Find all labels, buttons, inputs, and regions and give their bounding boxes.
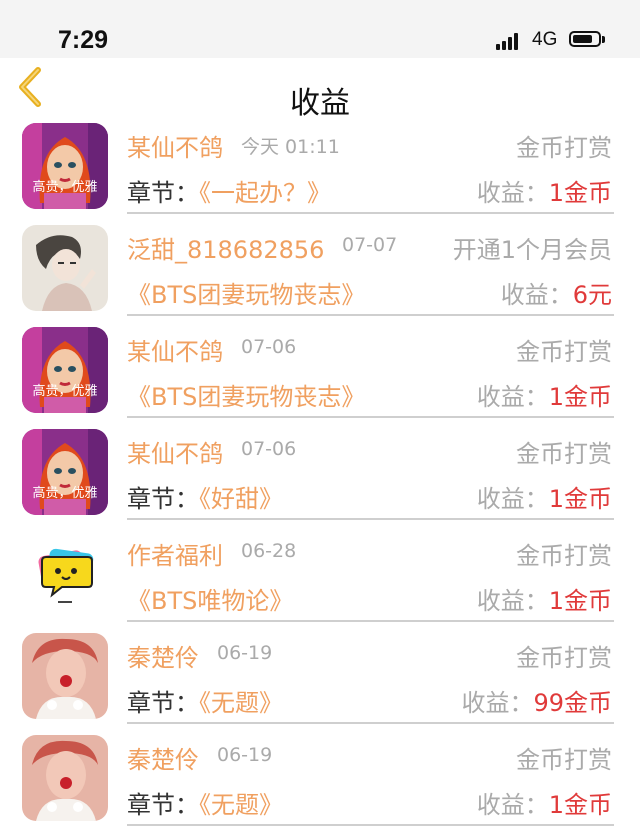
record-date: 07-06 [241,438,297,460]
chapter-label: 章节： [127,689,199,717]
chapter-line: 章节：《无题》 [127,785,283,820]
income-line: 收益：1金币 [477,479,612,514]
user-name[interactable]: 秦楚伶 [127,740,199,775]
chapter-label: 章节： [127,485,199,513]
row-divider [127,722,614,724]
income-label: 收益： [476,791,549,819]
income-label: 收益： [476,587,549,615]
chapter-title[interactable]: 《BTS团妻玩物丧志》 [127,281,365,309]
user-avatar[interactable]: 高贵，优雅 [22,327,108,413]
record-type: 金币打赏 [516,542,612,570]
nav-bar: 收益 [0,58,640,121]
avatar-caption: 高贵，优雅 [32,180,98,195]
chapter-title[interactable]: 《好甜》 [199,485,283,513]
user-avatar[interactable]: 高贵，优雅 [22,123,108,209]
avatar-caption: 高贵，优雅 [32,486,98,501]
income-label: 收益： [461,689,534,717]
chapter-title[interactable]: 《一起办？》 [199,179,331,207]
income-record[interactable]: 秦楚伶 06-19 金币打赏章节：《无题》 收益：1金币 [0,728,640,830]
income-label: 收益： [476,485,549,513]
user-avatar[interactable]: 高贵，优雅 [22,429,108,515]
chapter-line: 《BTS唯物论》 [127,581,293,616]
user-avatar[interactable] [22,735,108,821]
income-amount: 1金币 [548,485,612,513]
record-date: 今天 01:11 [241,136,340,158]
avatar-caption: 高贵，优雅 [32,384,98,399]
clock: 7:29 [58,26,109,54]
user-name[interactable]: 作者福利 [127,536,223,571]
user-name[interactable]: 泛甜_818682856 [127,230,324,265]
record-type: 开通1个月会员 [452,236,612,264]
user-name[interactable]: 某仙不鸽 [127,332,223,367]
chapter-title[interactable]: 《BTS团妻玩物丧志》 [127,383,365,411]
income-record[interactable]: 高贵，优雅 某仙不鸽 今天 01:11 金币打赏章节：《一起办？》 收益：1金币 [0,116,640,218]
record-date: 06-28 [241,540,297,562]
user-avatar[interactable] [22,531,108,617]
income-line: 收益：1金币 [477,581,612,616]
chapter-line: 章节：《一起办？》 [127,173,331,208]
row-divider [127,212,614,214]
income-record[interactable]: 作者福利 06-28 金币打赏《BTS唯物论》 收益：1金币 [0,524,640,626]
income-amount: 1金币 [548,791,612,819]
income-amount: 1金币 [548,587,612,615]
record-date: 06-19 [217,642,273,664]
status-bar: 7:29 4G [0,0,640,58]
chapter-label: 章节： [127,791,199,819]
battery-icon [569,31,607,49]
income-label: 收益： [500,281,573,309]
chapter-title[interactable]: 《无题》 [199,689,283,717]
chapter-title[interactable]: 《BTS唯物论》 [127,587,293,615]
network-type: 4G [532,29,558,50]
income-line: 收益：1金币 [477,377,612,412]
income-line: 收益：1金币 [477,785,612,820]
income-line: 收益：99金币 [461,683,612,718]
income-amount: 6元 [572,281,612,309]
row-divider [127,314,614,316]
income-amount: 1金币 [548,383,612,411]
chapter-line: 章节：《好甜》 [127,479,283,514]
user-avatar[interactable] [22,633,108,719]
income-line: 收益：6元 [501,275,612,310]
user-name[interactable]: 某仙不鸽 [127,434,223,469]
user-avatar[interactable] [22,225,108,311]
chapter-line: 《BTS团妻玩物丧志》 [127,275,365,310]
income-record[interactable]: 泛甜_818682856 07-07 开通1个月会员《BTS团妻玩物丧志》 收益：6元 [0,218,640,320]
income-amount: 99金币 [533,689,612,717]
chapter-line: 章节：《无题》 [127,683,283,718]
chapter-line: 《BTS团妻玩物丧志》 [127,377,365,412]
income-label: 收益： [476,179,549,207]
income-record[interactable]: 高贵，优雅 某仙不鸽 07-06 金币打赏《BTS团妻玩物丧志》 收益：1金币 [0,320,640,422]
income-line: 收益：1金币 [477,173,612,208]
chapter-title[interactable]: 《无题》 [199,791,283,819]
record-date: 06-19 [217,744,273,766]
income-record[interactable]: 秦楚伶 06-19 金币打赏章节：《无题》 收益：99金币 [0,626,640,728]
signal-icon [496,32,522,50]
record-date: 07-06 [241,336,297,358]
record-type: 金币打赏 [516,440,612,468]
row-divider [127,620,614,622]
chapter-label: 章节： [127,179,199,207]
user-name[interactable]: 秦楚伶 [127,638,199,673]
record-type: 金币打赏 [516,746,612,774]
income-record[interactable]: 高贵，优雅 某仙不鸽 07-06 金币打赏章节：《好甜》 收益：1金币 [0,422,640,524]
row-divider [127,416,614,418]
record-date: 07-07 [342,234,398,256]
record-type: 金币打赏 [516,134,612,162]
user-name[interactable]: 某仙不鸽 [127,128,223,163]
income-label: 收益： [476,383,549,411]
record-type: 金币打赏 [516,338,612,366]
row-divider [127,824,614,826]
income-amount: 1金币 [548,179,612,207]
row-divider [127,518,614,520]
record-type: 金币打赏 [516,644,612,672]
